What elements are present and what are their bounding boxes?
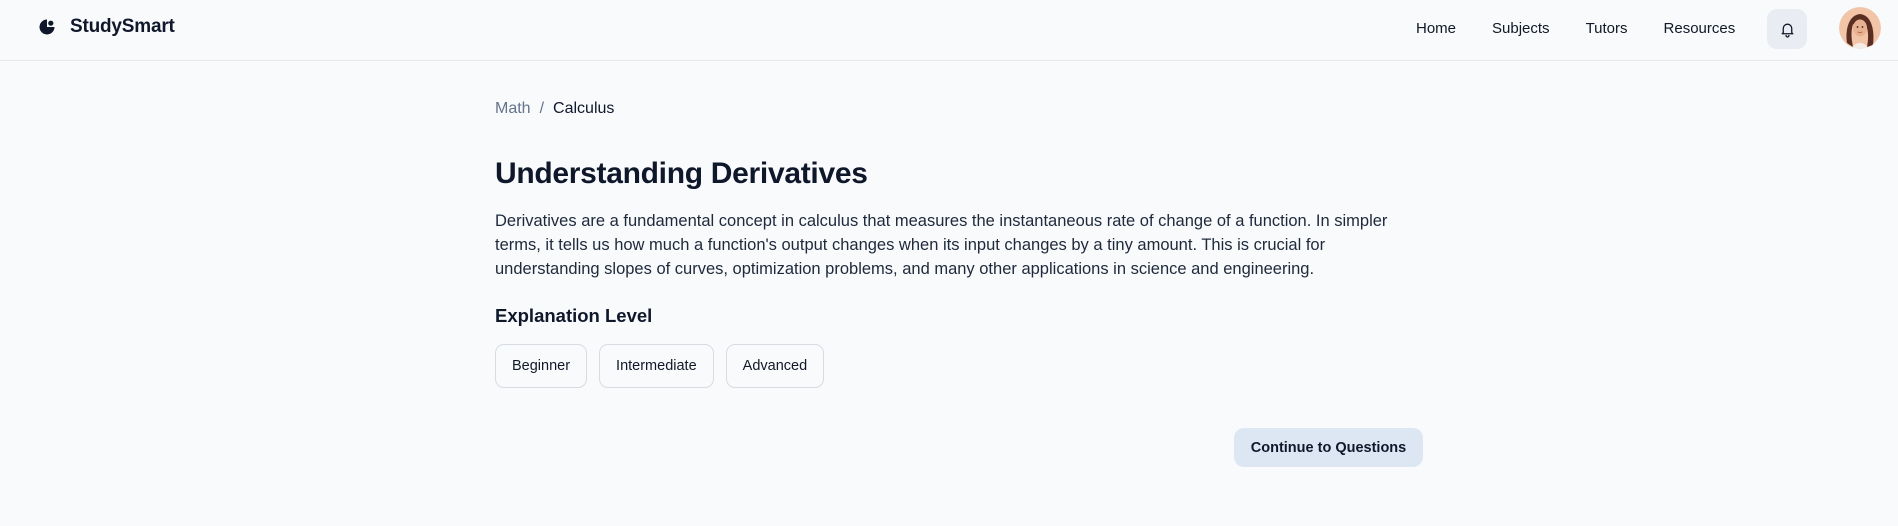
breadcrumb-separator: / [539,100,545,117]
user-avatar[interactable] [1839,7,1881,49]
study-smart-logo-icon [39,19,55,35]
bell-icon [1781,23,1793,38]
brand-name: StudySmart [70,16,175,37]
level-intermediate-button[interactable]: Intermediate [599,344,714,388]
breadcrumb-parent[interactable]: Math [495,99,531,119]
nav-item-home[interactable]: Home [1416,19,1456,39]
explanation-level-heading: Explanation Level [495,305,653,326]
brand[interactable]: StudySmart [38,16,175,38]
level-beginner-button[interactable]: Beginner [495,344,588,388]
breadcrumb-current: Calculus [553,100,615,117]
notifications-button[interactable] [1767,9,1807,49]
nav-item-tutors[interactable]: Tutors [1586,19,1628,39]
nav-item-resources[interactable]: Resources [1664,19,1736,39]
top-navbar: StudySmart Home Subjects Tutors Resource… [0,0,1898,61]
nav-item-subjects[interactable]: Subjects [1492,19,1550,39]
lesson-content: Math / Calculus Understanding Derivative… [495,99,1425,388]
continue-to-questions-button[interactable]: Continue to Questions [1234,428,1423,467]
level-advanced-button[interactable]: Advanced [725,344,825,388]
breadcrumb: Math / Calculus [495,99,1425,119]
avatar-image-icon [1839,7,1881,49]
lesson-description: Derivatives are a fundamental concept in… [495,212,1388,278]
page-title: Understanding Derivatives [495,157,868,190]
explanation-level-options: Beginner Intermediate Advanced [495,344,1425,388]
main-nav: Home Subjects Tutors Resources [1416,19,1735,39]
